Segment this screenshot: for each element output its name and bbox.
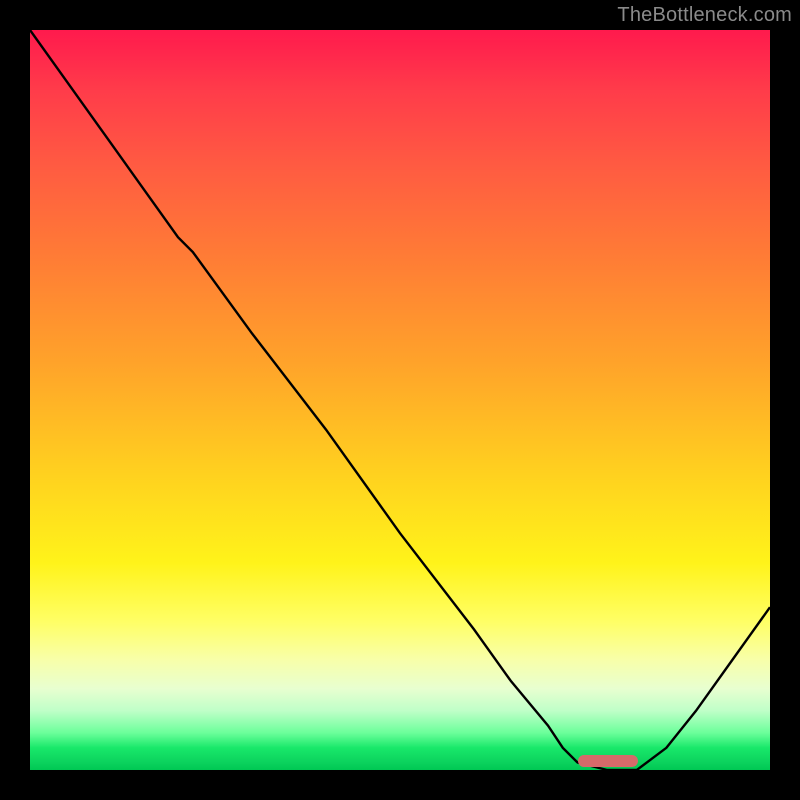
chart-frame: TheBottleneck.com [0,0,800,800]
watermark-text: TheBottleneck.com [617,4,792,27]
plot-area [30,30,770,770]
optimal-marker [578,755,638,767]
bottleneck-curve [30,30,770,770]
